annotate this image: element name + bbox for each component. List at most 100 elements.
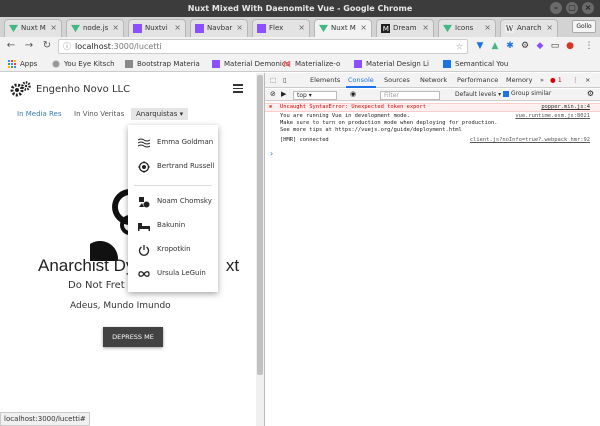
console-source-link[interactable]: client.js?noInfo=true?.webpack_hmr:92 [470, 137, 590, 144]
svg-text:M: M [283, 60, 291, 68]
puzzle-icon[interactable]: ⚙ [519, 40, 531, 52]
eye-icon[interactable]: ◉ [350, 90, 356, 98]
material-design-icon [354, 60, 362, 68]
close-tab-icon[interactable]: × [484, 20, 491, 36]
star-icon[interactable]: ☆ [456, 40, 463, 53]
browser-tab[interactable]: Nuxt M × [4, 19, 62, 37]
address-toolbar: ← → ↻ ⓘ localhost:3000/lucetti ☆ ▼ ▲ ✱ ⚙… [0, 37, 600, 56]
dropdown-item-noam-chomsky[interactable]: Noam Chomsky [128, 190, 218, 214]
back-icon[interactable]: ← [4, 39, 18, 53]
tab-network[interactable]: Network [420, 76, 447, 84]
error-count-badge[interactable]: ● 1 [550, 76, 562, 84]
bookmark-item[interactable]: You Eye Kitsch [52, 58, 115, 70]
browser-tab[interactable]: Icons × [438, 19, 496, 37]
gears-icon [10, 81, 31, 97]
tab-console[interactable]: Console [346, 76, 376, 88]
bookmark-item[interactable]: Material Demonics [212, 58, 289, 70]
console-source-link[interactable]: vue.runtime.esm.js:8021 [515, 113, 590, 120]
vuetify-extension-icon[interactable]: ▼ [474, 40, 486, 52]
clear-console-icon[interactable]: ⊘ [270, 90, 276, 98]
browser-tab[interactable]: W Anarch × [500, 19, 558, 37]
materialize-m-icon: M [283, 60, 291, 68]
group-similar-checkbox[interactable]: Group similar [503, 90, 551, 97]
scrollbar-thumb[interactable] [257, 75, 263, 375]
url-bar[interactable]: ⓘ localhost:3000/lucetti ☆ [58, 39, 468, 54]
browser-tab[interactable]: M Dream × [376, 19, 434, 37]
console-prompt[interactable]: › [270, 149, 273, 158]
minimize-icon[interactable]: – [550, 2, 562, 14]
tab-performance[interactable]: Performance [457, 76, 498, 84]
chrome-menu-icon[interactable]: ⋮ [583, 40, 595, 52]
waves-icon [138, 138, 150, 148]
page-scrollbar[interactable] [256, 73, 264, 426]
close-devtools-icon[interactable]: × [585, 76, 590, 84]
anarquistas-dropdown-menu: Emma Goldman Bertrand Russell Noam Choms… [128, 125, 218, 292]
vue-favicon-icon [443, 24, 452, 33]
close-tab-icon[interactable]: × [50, 20, 57, 36]
console-error-line: ⊗ Uncaught SyntaxError: Unexpected token… [265, 103, 600, 112]
materialize-icon [212, 60, 220, 68]
bookmark-item[interactable]: Bootstrap Materia [125, 58, 200, 70]
browser-tab[interactable]: Flex × [252, 19, 310, 37]
console-source-link[interactable]: popper.min.js:4 [541, 104, 590, 111]
info-icon[interactable]: ⓘ [63, 40, 71, 53]
reload-icon[interactable]: ↻ [40, 39, 54, 53]
hero-subtitle: Do Not Fret [68, 280, 125, 291]
inspect-element-icon[interactable]: ⬚ [270, 76, 276, 84]
extension-icon[interactable]: ✱ [504, 40, 516, 52]
nav-in-media-res[interactable]: In Media Res [17, 110, 61, 118]
nav-anarquistas-dropdown[interactable]: Anarquistas ▾ [131, 108, 189, 120]
close-tab-icon[interactable]: × [546, 20, 553, 36]
browser-tab[interactable]: Navbar × [190, 19, 248, 37]
tab-elements[interactable]: Elements [310, 76, 340, 84]
vue-favicon-icon [9, 24, 18, 33]
browser-tab[interactable]: node.js × [66, 19, 124, 37]
sidebar-toggle-icon[interactable]: ▶ [281, 90, 286, 98]
context-selector[interactable]: top ▾ [293, 91, 337, 100]
dropdown-item-kropotkin[interactable]: Kropotkin [128, 238, 218, 262]
tab-sources[interactable]: Sources [384, 76, 410, 84]
extension-red-icon[interactable]: ● [564, 40, 576, 52]
tab-memory[interactable]: Memory [506, 76, 532, 84]
levels-dropdown[interactable]: Default levels ▾ [455, 91, 501, 98]
window-title: Nuxt Mixed With Daenomite Vue - Google C… [187, 4, 413, 13]
close-window-icon[interactable]: × [582, 2, 594, 14]
browser-tab-active[interactable]: Nuxt M × [314, 19, 372, 37]
cast-icon[interactable]: ▭ [549, 40, 561, 52]
device-toolbar-icon[interactable]: ▯ [283, 76, 287, 84]
hamburger-menu-icon[interactable] [233, 84, 243, 95]
close-tab-icon[interactable]: × [422, 20, 429, 36]
dropdown-item-bakunin[interactable]: Bakunin [128, 214, 218, 238]
bed-icon [138, 223, 150, 231]
console-filter-input[interactable]: Filter [380, 91, 440, 100]
dropdown-item-ursula-leguin[interactable]: Ursula LeGuin [128, 262, 218, 286]
console-settings-icon[interactable]: ⚙ [587, 89, 594, 98]
forward-icon[interactable]: → [22, 39, 36, 53]
depress-me-button[interactable]: DEPRESS ME [103, 327, 163, 347]
close-tab-icon[interactable]: × [236, 20, 243, 36]
profile-button[interactable]: Gollo [572, 20, 596, 33]
close-tab-icon[interactable]: × [174, 20, 181, 36]
apps-grid-icon [8, 60, 16, 68]
bookmark-apps[interactable]: Apps [8, 58, 37, 70]
devtools-menu-icon[interactable]: ⋮ [572, 76, 579, 84]
bookmark-item[interactable]: M Materialize-o [283, 58, 340, 70]
status-url: localhost:3000/lucetti# [0, 412, 90, 426]
bookmark-item[interactable]: Semantical You [443, 58, 508, 70]
globe-icon [52, 60, 60, 68]
maximize-icon[interactable]: ▢ [566, 2, 578, 14]
close-tab-icon[interactable]: × [298, 20, 305, 36]
extension-purple-icon[interactable]: ◆ [534, 40, 546, 52]
close-tab-icon[interactable]: × [112, 20, 119, 36]
site-brand[interactable]: Engenho Novo LLC [10, 81, 130, 97]
window-title-bar: Nuxt Mixed With Daenomite Vue - Google C… [0, 0, 600, 17]
more-tabs-icon[interactable]: » [540, 76, 544, 84]
close-tab-icon[interactable]: × [360, 20, 367, 36]
nav-in-vino-veritas[interactable]: In Vino Veritas [74, 110, 124, 118]
vue-devtools-icon[interactable]: ▲ [489, 40, 501, 52]
dropdown-item-emma-goldman[interactable]: Emma Goldman [128, 131, 218, 155]
bookmark-item[interactable]: Material Design Li [354, 58, 429, 70]
svg-text:M: M [383, 24, 389, 33]
browser-tab[interactable]: Nuxtvi × [128, 19, 186, 37]
dropdown-item-bertrand-russell[interactable]: Bertrand Russell [128, 155, 218, 179]
